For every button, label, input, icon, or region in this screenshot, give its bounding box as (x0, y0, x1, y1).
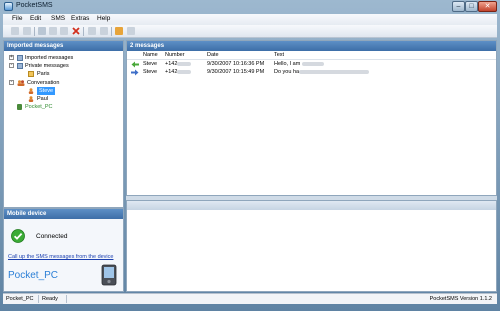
collapse-icon[interactable]: - (9, 80, 14, 85)
redacted-number (177, 69, 192, 74)
app-icon (4, 2, 13, 11)
preview-header (127, 201, 496, 210)
message-name: Steve (143, 69, 158, 75)
message-preview-pane (126, 200, 497, 292)
redacted-text (301, 61, 324, 66)
reply-icon[interactable] (23, 27, 31, 35)
folder-tree-pane: Imported messages + Imported messages - … (3, 40, 124, 208)
status-bar: Pocket_PC Ready PocketSMS Version 1.1.2 (3, 293, 497, 304)
device-icon (17, 104, 22, 110)
messages-folder-icon (17, 55, 23, 61)
messages-folder-icon (17, 63, 23, 69)
redacted-number (177, 61, 192, 66)
tree-item-label: Paul (37, 96, 49, 102)
menu-file[interactable]: File (12, 15, 22, 22)
device-panel: Mobile device Connected Call up the SMS … (3, 208, 124, 292)
outgoing-arrow-icon (131, 69, 139, 78)
status-state: Ready (39, 295, 67, 303)
paste-icon[interactable] (60, 27, 68, 35)
close-button[interactable]: ✕ (478, 1, 497, 12)
messages-header: 2 messages (127, 41, 496, 51)
person-icon (28, 96, 34, 102)
redacted-text (299, 69, 370, 74)
pocket-pc-icon (101, 264, 117, 288)
expand-icon[interactable]: + (9, 55, 14, 60)
message-text: Hello, I am (274, 61, 324, 68)
maximize-button[interactable]: □ (465, 1, 478, 12)
message-row[interactable]: Steve +142 9/30/2007 10:16:36 PM Hello, … (127, 61, 496, 69)
message-text: Do you ha (274, 69, 370, 76)
device-name: Pocket_PC (8, 270, 59, 281)
menu-extras[interactable]: Extras (71, 15, 89, 22)
folder-tree-header: Imported messages (4, 41, 123, 51)
tree-item-label: Conversation (27, 80, 60, 86)
export-icon[interactable] (115, 27, 123, 35)
connection-status: Connected (36, 233, 68, 240)
toolbar (3, 25, 497, 38)
message-row[interactable]: Steve +142 9/30/2007 10:15:49 PM Do you … (127, 69, 496, 77)
new-icon[interactable] (11, 27, 19, 35)
tree-item-label: Imported messages (25, 55, 74, 61)
message-date: 9/30/2007 10:15:49 PM (207, 69, 265, 75)
messages-pane: 2 messages Name Number Date Text Steve +… (126, 40, 497, 196)
status-version: PocketSMS Version 1.1.2 (429, 296, 492, 302)
folder-icon (28, 71, 34, 77)
people-icon (17, 80, 25, 86)
toolbar-separator (83, 27, 84, 36)
menu-help[interactable]: Help (97, 15, 110, 22)
call-up-sms-link[interactable]: Call up the SMS messages from the device (8, 254, 113, 260)
window-title: PocketSMS (16, 2, 53, 9)
minimize-button[interactable]: – (452, 1, 465, 12)
device-panel-header: Mobile device (4, 209, 123, 219)
check-icon (11, 229, 25, 245)
column-number[interactable]: Number (165, 51, 185, 60)
message-number: +142 (165, 69, 192, 76)
copy-icon[interactable] (49, 27, 57, 35)
column-name[interactable]: Name (143, 51, 158, 60)
messages-column-header: Name Number Date Text (127, 51, 496, 60)
toolbar-separator (34, 27, 35, 36)
toolbar-separator (111, 27, 112, 36)
settings-icon[interactable] (127, 27, 135, 35)
person-icon (28, 88, 34, 94)
app-window: PocketSMS – □ ✕ File Edit SMS Extras Hel… (0, 0, 500, 311)
message-date: 9/30/2007 10:16:36 PM (207, 61, 265, 67)
print-icon[interactable] (100, 27, 108, 35)
tree-item-label: Pocket_PC (25, 104, 53, 110)
delete-icon[interactable] (72, 27, 80, 35)
menu-edit[interactable]: Edit (30, 15, 41, 22)
menu-sms[interactable]: SMS (51, 15, 65, 22)
title-bar[interactable]: PocketSMS – □ ✕ (0, 0, 500, 14)
tree-item-label: Steve (37, 87, 56, 95)
column-text[interactable]: Text (274, 51, 284, 60)
forward-icon[interactable] (38, 27, 46, 35)
menu-bar: File Edit SMS Extras Help (3, 14, 497, 25)
column-date[interactable]: Date (207, 51, 219, 60)
tree-item-label: Paris (37, 71, 50, 77)
message-number: +142 (165, 61, 192, 68)
save-icon[interactable] (88, 27, 96, 35)
status-device: Pocket_PC (3, 295, 39, 303)
tree-item-label: Private messages (25, 63, 69, 69)
collapse-icon[interactable]: - (9, 63, 14, 68)
message-name: Steve (143, 61, 158, 67)
